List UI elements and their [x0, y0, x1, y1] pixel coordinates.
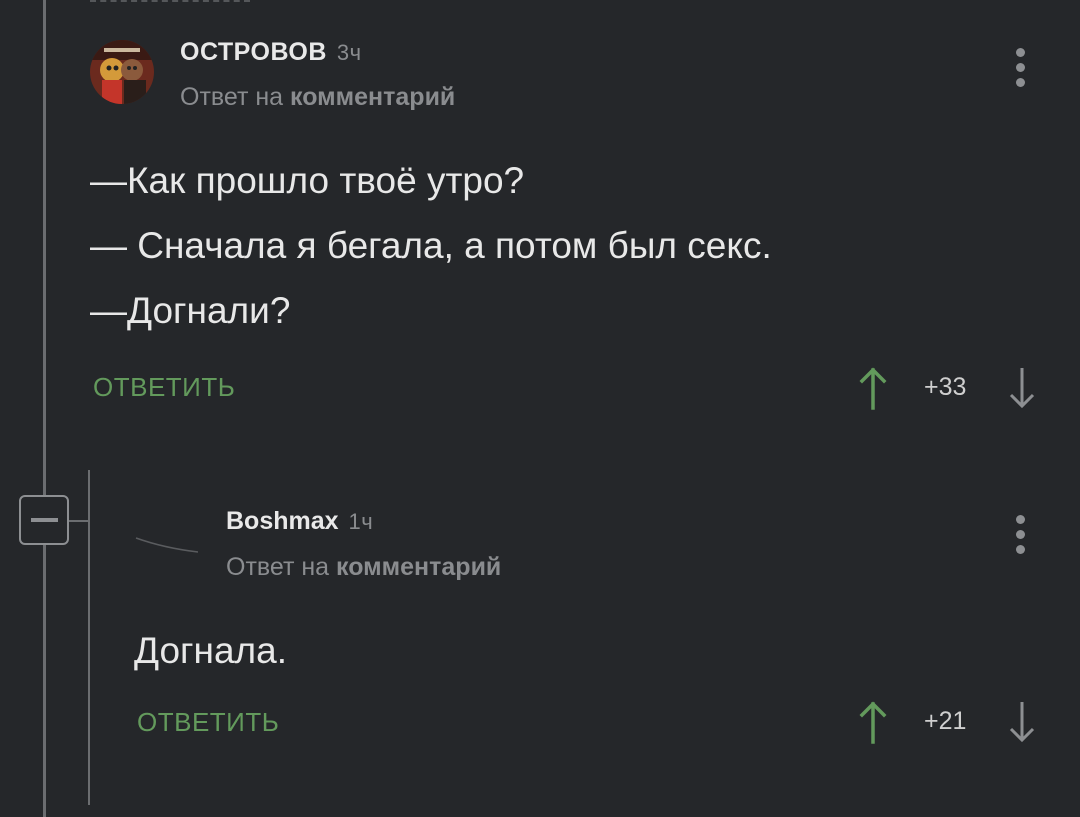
avatar[interactable]	[90, 40, 154, 104]
reply-target-link[interactable]: комментарий	[336, 553, 501, 581]
avatar[interactable]	[134, 508, 199, 572]
more-vertical-icon[interactable]	[1016, 48, 1026, 87]
reply-prefix: Ответ на	[180, 83, 284, 111]
author-name[interactable]: ОСТРОВОВ	[180, 38, 327, 66]
downvote-arrow-icon[interactable]	[1007, 700, 1037, 749]
comment-line: Догнала.	[134, 630, 288, 671]
score: +21	[924, 707, 967, 735]
author-name[interactable]: Boshmax	[226, 507, 339, 535]
reply-to-line: Ответ на комментарий	[226, 553, 501, 582]
comment-time: 3ч	[336, 40, 362, 65]
more-vertical-icon[interactable]	[1016, 515, 1026, 554]
thread-line-outer	[43, 0, 46, 817]
reply-to-line: Ответ на комментарий	[180, 83, 455, 112]
comment-line: —Догнали?	[90, 290, 291, 331]
reply-target-link[interactable]: комментарий	[290, 83, 455, 111]
downvote-arrow-icon[interactable]	[1007, 366, 1037, 415]
reply-prefix: Ответ на	[226, 553, 330, 581]
reply-button[interactable]: ОТВЕТИТЬ	[93, 372, 235, 403]
comment-body: Догнала.	[134, 618, 287, 683]
score: +33	[924, 373, 967, 401]
reply-button[interactable]: ОТВЕТИТЬ	[137, 707, 279, 738]
collapse-icon[interactable]	[19, 495, 69, 545]
comment-line: — Сначала я бегала, а потом был секс.	[90, 225, 772, 266]
comment-author[interactable]: ОСТРОВОВ 3ч	[180, 38, 362, 67]
comment-body: —Как прошло твоё утро? — Сначала я бегал…	[90, 148, 772, 343]
top-divider	[90, 0, 250, 6]
comment-time: 1ч	[348, 509, 374, 534]
comment-line: —Как прошло твоё утро?	[90, 160, 525, 201]
comment-author[interactable]: Boshmax 1ч	[226, 507, 373, 536]
upvote-arrow-icon[interactable]	[858, 700, 888, 749]
upvote-arrow-icon[interactable]	[858, 366, 888, 415]
